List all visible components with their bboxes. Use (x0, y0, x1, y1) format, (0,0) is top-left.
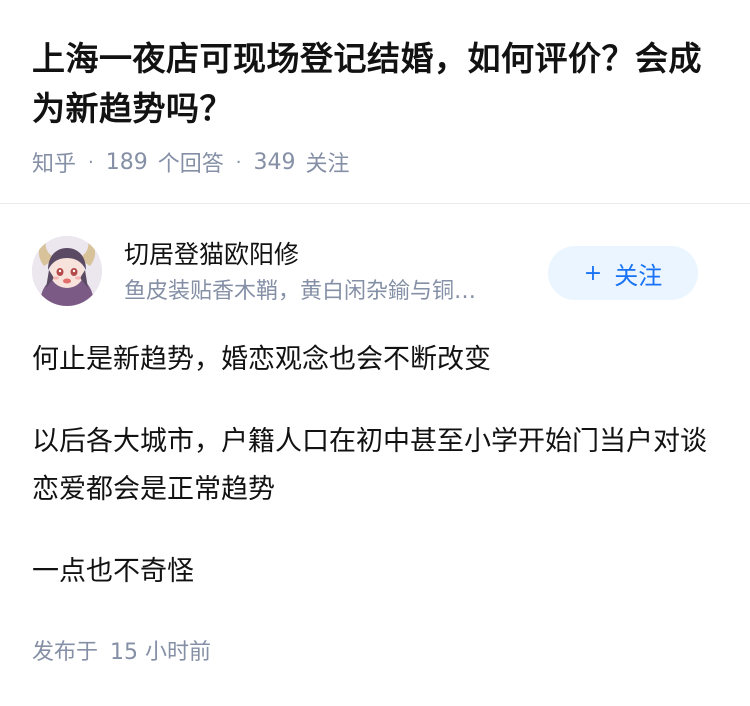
question-title[interactable]: 上海一夜店可现场登记结婚，如何评价？会成为新趋势吗？ (32, 34, 718, 134)
answer-paragraph: 以后各大城市，户籍人口在初中甚至小学开始门当户对谈恋爱都会是正常趋势 (32, 426, 707, 505)
answer-count-label[interactable]: 个回答 (158, 146, 224, 178)
follow-button-label: 关注 (614, 261, 663, 290)
question-header: 上海一夜店可现场登记结婚，如何评价？会成为新趋势吗？ 知乎 · 189 个回答 … (0, 0, 750, 178)
author-name[interactable]: 切居登猫欧阳修 (124, 238, 299, 272)
answer-page: 上海一夜店可现场登记结婚，如何评价？会成为新趋势吗？ 知乎 · 189 个回答 … (0, 0, 750, 706)
follow-count: 349 (253, 149, 296, 175)
publish-time: 发布于 15 小时前 (32, 637, 211, 669)
section-divider (0, 203, 750, 204)
source-label[interactable]: 知乎 (32, 146, 76, 178)
meta-separator: · (235, 151, 242, 173)
answer-paragraph: 何止是新趋势，婚恋观念也会不断改变 (32, 344, 491, 375)
question-meta: 知乎 · 189 个回答 · 349 关注 (32, 146, 718, 178)
follow-button[interactable]: + 关注 (548, 246, 698, 300)
follow-count-label: 关注 (305, 152, 350, 177)
avatar-image (32, 236, 102, 306)
avatar[interactable] (32, 236, 102, 306)
answer-content: 何止是新趋势，婚恋观念也会不断改变 以后各大城市，户籍人口在初中甚至小学开始门当… (32, 336, 718, 596)
meta-separator: · (88, 151, 94, 173)
author-card: 切居登猫欧阳修 鱼皮装贴香木鞘，黄白闲杂鍮与铜… + 关注 (32, 236, 718, 308)
author-bio: 鱼皮装贴香木鞘，黄白闲杂鍮与铜… (124, 279, 477, 304)
answer-paragraph: 一点也不奇怪 (32, 556, 194, 587)
published-value: 15 小时前 (110, 640, 212, 665)
published-label: 发布于 (32, 640, 99, 665)
plus-icon: + (583, 260, 603, 286)
answer-count: 189 (105, 149, 148, 175)
